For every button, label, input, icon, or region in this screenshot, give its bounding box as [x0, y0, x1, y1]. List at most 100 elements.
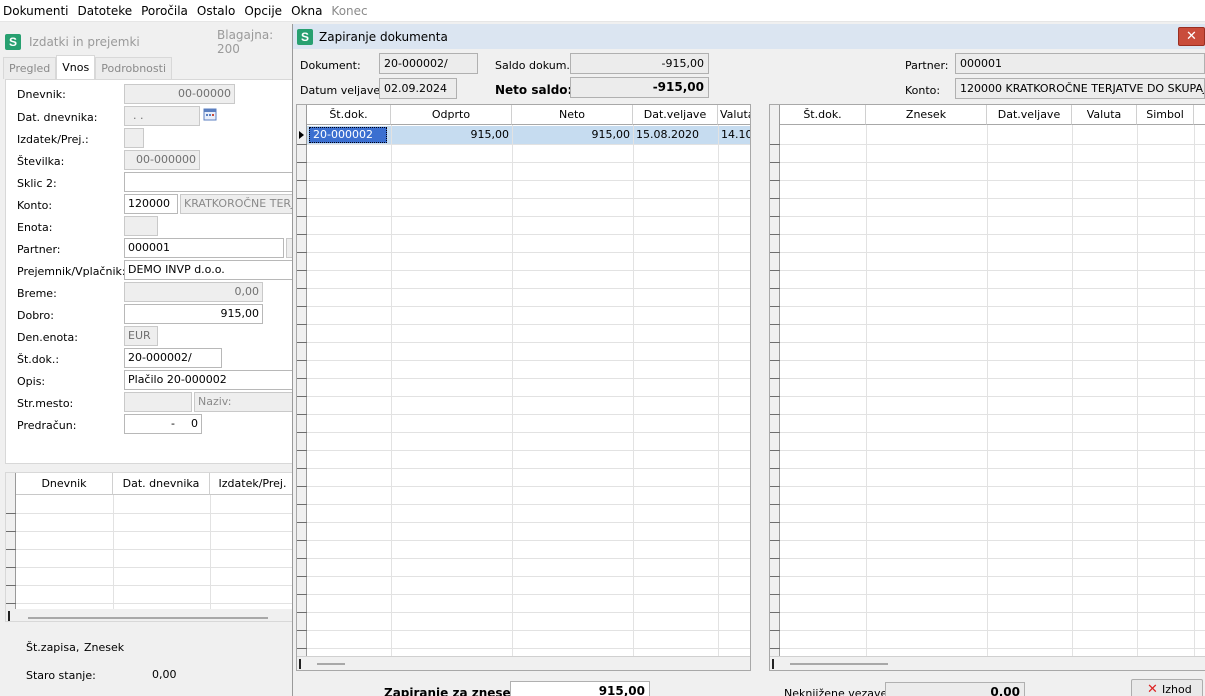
grid-column-line [987, 125, 988, 656]
col-st-dok[interactable]: Št.dok. [780, 105, 866, 125]
scrollbar-thumb[interactable] [317, 663, 345, 665]
grid-row-line [307, 180, 750, 181]
grid-row-line [780, 342, 1205, 343]
col-neto[interactable]: Neto [512, 105, 633, 125]
izdatek-prej-field[interactable] [124, 128, 144, 148]
col-valuta[interactable]: Valuta [718, 105, 750, 125]
predracun-field[interactable]: - 0 [124, 414, 202, 434]
grid-column-line [633, 125, 634, 656]
col-st-dok[interactable]: Št.dok. [307, 105, 391, 125]
horizontal-scrollbar[interactable] [770, 656, 1205, 670]
naziv-field[interactable]: Naziv: [194, 392, 296, 412]
sklic2-field[interactable] [124, 172, 296, 192]
row-header-line [297, 198, 307, 199]
row-header-line [297, 378, 307, 379]
menu-okna[interactable]: Okna [288, 0, 328, 22]
tab-pregled[interactable]: Pregled [3, 57, 57, 79]
grid-row-line [780, 504, 1205, 505]
breme-field[interactable]: 0,00 [124, 282, 263, 302]
dobro-field[interactable]: 915,00 [124, 304, 263, 324]
blagajna-label: Blagajna: 200 [217, 28, 274, 56]
row-header-line [770, 576, 780, 577]
grid-column-line [1137, 125, 1138, 656]
vezave-grid[interactable]: Št.dok. Znesek Dat.veljave Valuta Simbol [769, 104, 1205, 671]
calendar-icon[interactable] [203, 107, 217, 121]
zapiranje-field[interactable]: 915,00 [510, 681, 650, 696]
row-header-line [297, 522, 307, 523]
enota-field[interactable] [124, 216, 158, 236]
horizontal-scrollbar[interactable] [297, 656, 750, 670]
grid-row-line [307, 288, 750, 289]
row-header-line [770, 324, 780, 325]
row-header-line [770, 198, 780, 199]
cell-st-dok[interactable]: 20-000002 [309, 127, 387, 143]
partner-field[interactable]: 000001 [124, 238, 284, 258]
dat-dnevnika-field[interactable]: . . [124, 106, 200, 126]
grid-row-line [780, 594, 1205, 595]
cell-dat-veljave[interactable]: 15.08.2020 [633, 126, 718, 144]
col-izdatek-prej[interactable]: Izdatek/Prej. [210, 473, 294, 495]
col-znesek[interactable]: Znesek [866, 105, 987, 125]
opis-field[interactable]: Plačilo 20-000002 [124, 370, 296, 390]
col-simbol[interactable]: Simbol [1137, 105, 1194, 125]
str-mesto-field[interactable] [124, 392, 192, 412]
row-header-line [297, 180, 307, 181]
menu-ostalo[interactable]: Ostalo [194, 0, 241, 22]
grid-row-line [780, 576, 1205, 577]
dialog-footer: Zapiranje za znesek: 915,00 Neknjižene v… [293, 679, 1205, 696]
datum-veljave-field[interactable]: 02.09.2024 [379, 78, 457, 99]
col-dnevnik[interactable]: Dnevnik [16, 473, 113, 495]
grid-row-line [307, 270, 750, 271]
col-dat-veljave[interactable]: Dat.veljave [987, 105, 1072, 125]
grid-row-line [307, 360, 750, 361]
grid-row-line [780, 522, 1205, 523]
neknjizene-field[interactable]: 0,00 [885, 682, 1025, 696]
menu-konec[interactable]: Konec [328, 0, 373, 22]
menu-porocila[interactable]: Poročila [138, 0, 194, 22]
den-enota-field[interactable]: EUR [124, 326, 158, 346]
prejemnik-field[interactable]: DEMO INVP d.o.o. [124, 260, 296, 280]
scrollbar-thumb[interactable] [790, 663, 888, 665]
neto-saldo-label: Neto saldo: [495, 83, 573, 97]
col-odprto[interactable]: Odprto [391, 105, 512, 125]
horizontal-scrollbar[interactable] [6, 609, 294, 621]
row-header-line [770, 306, 780, 307]
dialog-title-bar: S Zapiranje dokumenta ✕ [293, 24, 1205, 49]
col-dat-dnevnika[interactable]: Dat. dnevnika [113, 473, 210, 495]
cell-odprto[interactable]: 915,00 [391, 126, 512, 144]
menu-dokumenti[interactable]: Dokumenti [0, 0, 74, 22]
st-dok-field[interactable]: 20-000002/ [124, 348, 222, 368]
row-header-line [297, 576, 307, 577]
dnevnik-grid[interactable]: Dnevnik Dat. dnevnika Izdatek/Prej. [5, 472, 295, 622]
stevilka-field[interactable]: 00-000000 [124, 150, 200, 170]
konto-field[interactable]: 120000 [124, 194, 178, 214]
row-header-line [297, 234, 307, 235]
scrollbar-thumb[interactable] [28, 617, 268, 619]
row-header-line [770, 612, 780, 613]
grid-row-line [307, 612, 750, 613]
grid-row-line [780, 198, 1205, 199]
saldo-dokum-field[interactable]: -915,00 [570, 53, 709, 74]
odprte-postavke-grid[interactable]: Št.dok. Odprto Neto Dat.veljave Valuta 2… [296, 104, 751, 671]
cell-neto[interactable]: 915,00 [512, 126, 633, 144]
grid-row-line [307, 324, 750, 325]
col-more[interactable] [1194, 105, 1205, 125]
tab-vnos[interactable]: Vnos [56, 55, 96, 79]
grid-row-line [780, 234, 1205, 235]
cell-valuta[interactable]: 14.10. [718, 126, 750, 144]
dnevnik-field[interactable]: 00-00000 [124, 84, 235, 104]
row-header-line [297, 540, 307, 541]
neto-saldo-field[interactable]: -915,00 [570, 77, 709, 98]
grid-row-line [780, 252, 1205, 253]
menu-datoteke[interactable]: Datoteke [74, 0, 138, 22]
col-dat-veljave[interactable]: Dat.veljave [633, 105, 718, 125]
konto-field[interactable]: 120000 KRATKOROČNE TERJATVE DO SKUPAJ [955, 78, 1205, 99]
table-row[interactable]: 20-000002 915,00 915,00 15.08.2020 14.10… [307, 126, 750, 144]
close-icon[interactable]: ✕ [1178, 27, 1205, 46]
dokument-field[interactable]: 20-000002/ [379, 53, 478, 74]
col-valuta[interactable]: Valuta [1072, 105, 1137, 125]
tab-podrobnosti[interactable]: Podrobnosti [95, 57, 172, 79]
izhod-button[interactable]: ✕ Izhod [1131, 679, 1203, 696]
menu-opcije[interactable]: Opcije [241, 0, 288, 22]
partner-field[interactable]: 000001 [955, 53, 1205, 74]
